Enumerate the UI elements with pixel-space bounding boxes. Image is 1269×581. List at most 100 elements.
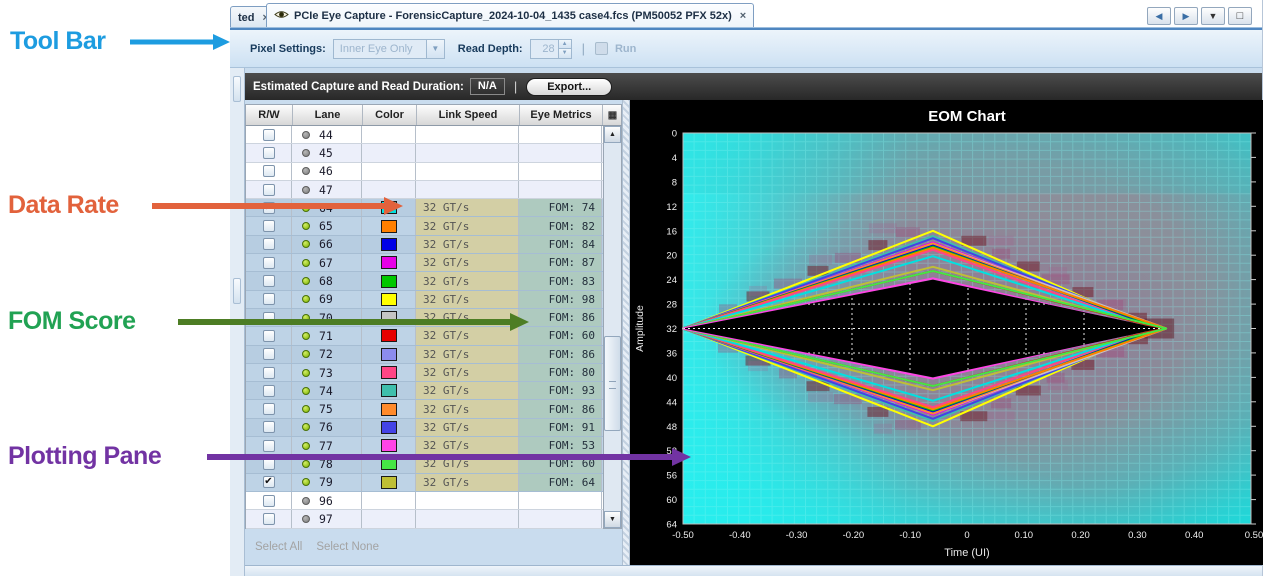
- rw-checkbox[interactable]: [263, 129, 275, 141]
- table-row[interactable]: ✔ 79 32 GT/s FOM: 64: [246, 474, 603, 492]
- rw-checkbox[interactable]: [263, 421, 275, 433]
- table-row[interactable]: 97: [246, 510, 603, 528]
- rw-checkbox[interactable]: [263, 312, 275, 324]
- scroll-down-icon[interactable]: ▼: [604, 511, 621, 528]
- table-row[interactable]: 77 32 GT/s FOM: 53: [246, 437, 603, 455]
- rw-checkbox[interactable]: [263, 440, 275, 452]
- scrollbar-thumb[interactable]: [604, 336, 621, 431]
- eye-metrics-cell: FOM: 86: [519, 346, 602, 363]
- read-depth-stepper[interactable]: 28 ▲ ▼: [530, 39, 572, 59]
- tab-scroll-right-button[interactable]: ▶: [1174, 7, 1198, 25]
- lane-status-led: [302, 204, 310, 212]
- rw-checkbox[interactable]: [263, 293, 275, 305]
- svg-text:52: 52: [666, 446, 677, 457]
- chevron-down-icon[interactable]: ▼: [426, 40, 444, 58]
- table-row[interactable]: 76 32 GT/s FOM: 91: [246, 419, 603, 437]
- table-row[interactable]: 46: [246, 163, 603, 181]
- table-row[interactable]: 68 32 GT/s FOM: 83: [246, 272, 603, 290]
- run-checkbox[interactable]: [595, 42, 608, 55]
- rw-checkbox[interactable]: [263, 458, 275, 470]
- rw-checkbox[interactable]: ✔: [263, 202, 275, 214]
- rw-checkbox[interactable]: [263, 513, 275, 525]
- column-header-lane[interactable]: Lane: [293, 105, 363, 125]
- rw-checkbox[interactable]: [263, 184, 275, 196]
- svg-text:28: 28: [666, 300, 677, 311]
- rw-cell: [246, 382, 292, 399]
- rw-checkbox[interactable]: [263, 147, 275, 159]
- rw-checkbox[interactable]: [263, 275, 275, 287]
- panel-collapse-handle[interactable]: [233, 278, 241, 304]
- table-row[interactable]: ✔ 64 32 GT/s FOM: 74: [246, 199, 603, 217]
- table-row[interactable]: 65 32 GT/s FOM: 82: [246, 217, 603, 235]
- lane-cell: 64: [292, 199, 362, 216]
- rw-checkbox[interactable]: [263, 403, 275, 415]
- spinner-down-icon[interactable]: ▼: [559, 49, 571, 58]
- table-row[interactable]: 66 32 GT/s FOM: 84: [246, 236, 603, 254]
- link-speed-cell: 32 GT/s: [416, 364, 519, 381]
- table-row[interactable]: 70 32 GT/s FOM: 86: [246, 309, 603, 327]
- table-row[interactable]: 71 32 GT/s FOM: 60: [246, 327, 603, 345]
- tab-close-icon[interactable]: ×: [740, 10, 746, 22]
- table-row[interactable]: 45: [246, 144, 603, 162]
- column-header-eye-metrics[interactable]: Eye Metrics: [520, 105, 603, 125]
- capture-bar-separator: |: [514, 79, 517, 94]
- select-all-link[interactable]: Select All: [255, 541, 302, 553]
- lane-status-led: [302, 387, 310, 395]
- lane-number: 70: [319, 311, 333, 325]
- rw-checkbox[interactable]: [263, 257, 275, 269]
- table-scrollbar[interactable]: ▲ ▼: [603, 126, 622, 529]
- rw-checkbox[interactable]: [263, 495, 275, 507]
- color-cell: [362, 181, 416, 198]
- svg-text:64: 64: [666, 520, 677, 531]
- svg-text:0.30: 0.30: [1128, 530, 1147, 541]
- table-row[interactable]: 75 32 GT/s FOM: 86: [246, 400, 603, 418]
- rw-checkbox[interactable]: [263, 220, 275, 232]
- table-row[interactable]: 69 32 GT/s FOM: 98: [246, 291, 603, 309]
- tab-scroll-left-button[interactable]: ◀: [1147, 7, 1171, 25]
- rw-checkbox[interactable]: [263, 348, 275, 360]
- table-row[interactable]: 67 32 GT/s FOM: 87: [246, 254, 603, 272]
- read-depth-label: Read Depth:: [458, 43, 523, 55]
- rw-cell: [246, 163, 292, 180]
- scroll-up-icon[interactable]: ▲: [604, 126, 621, 143]
- tab-pcie-eye-capture[interactable]: PCIe Eye Capture - ForensicCapture_2024-…: [266, 3, 754, 28]
- panel-collapse-handle[interactable]: [233, 76, 241, 102]
- table-row[interactable]: 78 32 GT/s FOM: 60: [246, 455, 603, 473]
- table-row[interactable]: 72 32 GT/s FOM: 86: [246, 346, 603, 364]
- svg-text:EOM Chart: EOM Chart: [928, 108, 1006, 125]
- table-row[interactable]: 47: [246, 181, 603, 199]
- lane-status-led: [302, 369, 310, 377]
- column-header-color[interactable]: Color: [363, 105, 417, 125]
- eye-metrics-cell: FOM: 74: [519, 199, 602, 216]
- pane-splitter[interactable]: [622, 100, 630, 576]
- rw-checkbox[interactable]: [263, 330, 275, 342]
- eye-metrics-cell: FOM: 93: [519, 382, 602, 399]
- column-header-rw[interactable]: R/W: [246, 105, 293, 125]
- table-header: R/W Lane Color Link Speed Eye Metrics ▦: [245, 104, 622, 126]
- table-row[interactable]: 73 32 GT/s FOM: 80: [246, 364, 603, 382]
- rw-checkbox[interactable]: [263, 238, 275, 250]
- rw-checkbox[interactable]: [263, 385, 275, 397]
- spinner-up-icon[interactable]: ▲: [559, 40, 571, 50]
- rw-checkbox[interactable]: [263, 165, 275, 177]
- lane-number: 74: [319, 384, 333, 398]
- table-footer: Select All Select None: [255, 541, 379, 553]
- pixel-settings-dropdown[interactable]: Inner Eye Only ▼: [333, 39, 445, 59]
- app-window: ted × PCIe Eye Capture - ForensicCapture…: [230, 0, 1263, 576]
- column-picker-icon[interactable]: ▦: [603, 105, 622, 125]
- select-none-link[interactable]: Select None: [316, 541, 379, 553]
- table-row[interactable]: 74 32 GT/s FOM: 93: [246, 382, 603, 400]
- maximize-button[interactable]: □: [1228, 7, 1252, 25]
- svg-text:4: 4: [672, 153, 677, 164]
- rw-checkbox[interactable]: ✔: [263, 476, 275, 488]
- lane-number: 45: [319, 146, 333, 160]
- tab-list-menu-button[interactable]: ▼: [1201, 7, 1225, 25]
- table-row[interactable]: 96: [246, 492, 603, 510]
- eye-metrics-cell: [519, 492, 602, 509]
- lane-cell: 72: [292, 346, 362, 363]
- export-button[interactable]: Export...: [526, 78, 612, 96]
- column-header-link-speed[interactable]: Link Speed: [417, 105, 520, 125]
- table-row[interactable]: 44: [246, 126, 603, 144]
- svg-text:20: 20: [666, 251, 677, 262]
- rw-checkbox[interactable]: [263, 367, 275, 379]
